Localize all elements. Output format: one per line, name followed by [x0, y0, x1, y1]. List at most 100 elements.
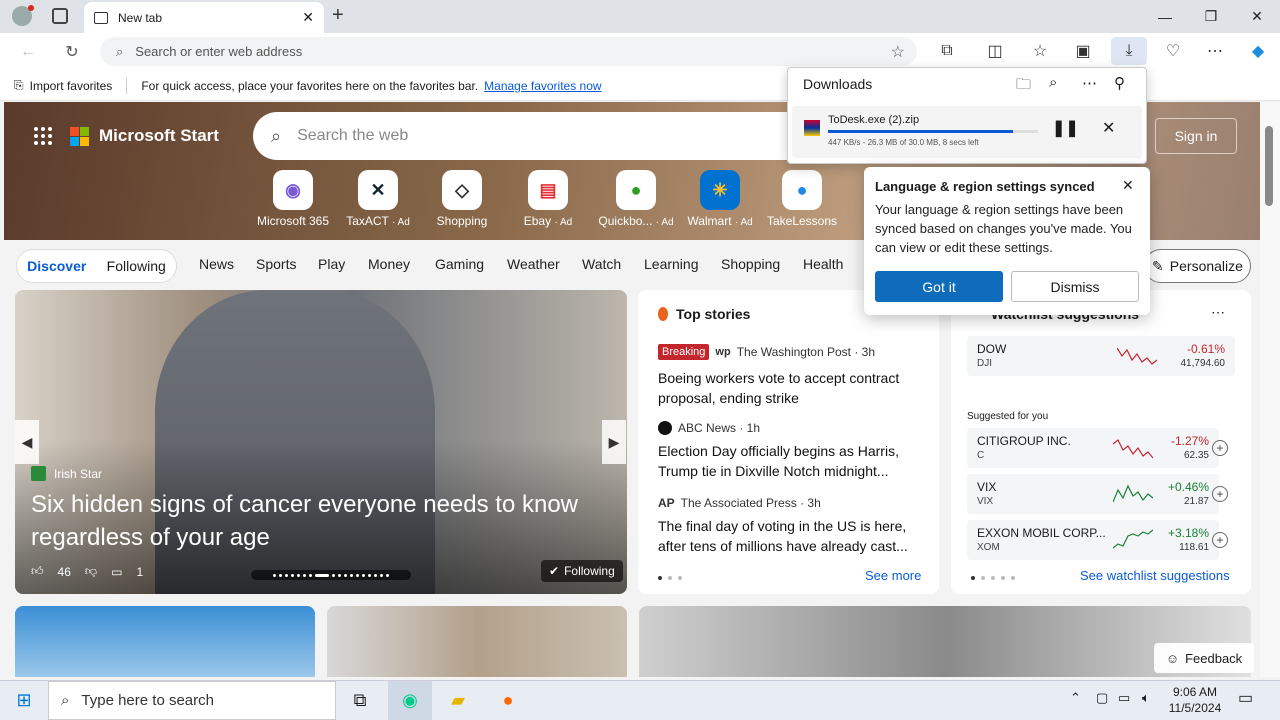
got-it-button[interactable]: Got it — [875, 271, 1003, 302]
address-input[interactable]: Search or enter web address — [135, 44, 878, 59]
watch-row-citigroup[interactable]: CITIGROUP INC. C -1.27% 62.35 — [967, 428, 1219, 468]
story-headline[interactable]: Election Day officially begins as Harris… — [658, 441, 923, 481]
copilot-icon[interactable]: ◆ — [1243, 37, 1273, 65]
collections-icon[interactable]: ▣ — [1068, 37, 1098, 65]
address-bar[interactable]: ⌕ Search or enter web address ☆ — [100, 37, 917, 66]
story-headline[interactable]: The final day of voting in the US is her… — [658, 516, 923, 556]
comment-icon[interactable]: ▭ — [111, 565, 122, 579]
favorite-star-icon[interactable]: ☆ — [891, 42, 905, 62]
stories-pager[interactable] — [658, 576, 682, 580]
quick-link-quickbooks[interactable]: ● Quickbo... · Ad — [594, 170, 678, 228]
carousel-next-button[interactable]: ▶ — [602, 420, 626, 464]
cancel-download-icon[interactable]: ✕ — [1102, 118, 1115, 138]
search-icon[interactable]: ⌕ — [1049, 74, 1057, 91]
downloads-icon[interactable]: ⤓ — [1111, 37, 1147, 65]
tab-new-tab[interactable]: New tab ✕ — [84, 2, 324, 33]
stock-symbol: C — [977, 450, 985, 461]
import-favorites-button[interactable]: Import favorites — [30, 79, 113, 93]
nav-play[interactable]: Play — [318, 256, 345, 272]
extensions-icon[interactable]: ⧉ — [932, 37, 962, 65]
tab-following[interactable]: Following — [107, 258, 166, 274]
nav-shopping[interactable]: Shopping — [721, 256, 780, 272]
sign-in-button[interactable]: Sign in — [1155, 118, 1237, 154]
refresh-button[interactable]: ↻ — [58, 38, 86, 66]
browser-essentials-icon[interactable]: ♡ — [1158, 37, 1188, 65]
hero-story-card[interactable]: ◀ ▶ Irish Star Six hidden signs of cance… — [15, 290, 627, 594]
back-button[interactable]: ← — [14, 38, 42, 66]
notifications-icon[interactable]: ▭ — [1238, 688, 1253, 708]
firefox-icon[interactable]: ● — [486, 681, 530, 720]
following-badge[interactable]: ✔ Following — [541, 560, 623, 582]
split-screen-icon[interactable]: ◫ — [980, 37, 1010, 65]
close-window-button[interactable]: ✕ — [1234, 0, 1280, 33]
nav-watch[interactable]: Watch — [582, 256, 621, 272]
story-headline[interactable]: Boeing workers vote to accept contract p… — [658, 368, 923, 408]
carousel-dots[interactable] — [251, 570, 411, 580]
manage-favorites-link[interactable]: Manage favorites now — [484, 79, 601, 93]
tab-actions-icon[interactable] — [52, 8, 68, 24]
nav-money[interactable]: Money — [368, 256, 410, 272]
web-search-box[interactable]: ⌕ Search the web — [253, 112, 813, 160]
quick-link-microsoft-365[interactable]: ◉ Microsoft 365 — [251, 170, 335, 228]
web-search-input[interactable]: Search the web — [297, 127, 408, 145]
quick-link-ebay[interactable]: ▤ Ebay · Ad — [506, 170, 590, 228]
apps-launcher-icon[interactable] — [34, 127, 52, 145]
watch-row-vix[interactable]: VIX VIX +0.46% 21.87 — [967, 474, 1219, 514]
see-watchlist-link[interactable]: See watchlist suggestions — [1080, 568, 1230, 583]
carousel-prev-button[interactable]: ◀ — [15, 420, 39, 464]
volume-icon[interactable]: 🔈︎ — [1142, 690, 1150, 706]
new-tab-button[interactable]: + — [332, 4, 344, 27]
news-card-image[interactable] — [15, 606, 315, 677]
brand-logo[interactable]: Microsoft Start — [34, 126, 219, 146]
tab-discover[interactable]: Discover — [27, 258, 86, 274]
network-icon[interactable]: ▭ — [1118, 690, 1130, 706]
close-tab-icon[interactable]: ✕ — [302, 9, 314, 26]
nav-news[interactable]: News — [199, 256, 234, 272]
open-folder-icon[interactable]: 🗀︎ — [1016, 74, 1031, 99]
quick-link-taxact[interactable]: ✕ TaxACT · Ad — [336, 170, 420, 228]
dismiss-button[interactable]: Dismiss — [1011, 271, 1139, 302]
restore-button[interactable]: ❐ — [1188, 0, 1234, 33]
more-options-icon[interactable]: ⋯ — [1211, 304, 1225, 321]
pause-icon[interactable]: ❚❚ — [1052, 118, 1079, 138]
more-options-icon[interactable]: ⋯ — [1082, 74, 1097, 92]
nav-sports[interactable]: Sports — [256, 256, 296, 272]
nav-weather[interactable]: Weather — [507, 256, 560, 272]
see-more-link[interactable]: See more — [865, 568, 921, 583]
taskbar-search-input[interactable]: Type here to search — [81, 692, 214, 709]
nav-learning[interactable]: Learning — [644, 256, 699, 272]
page-scrollbar[interactable] — [1260, 102, 1280, 677]
watchlist-pager[interactable] — [971, 576, 1015, 580]
file-explorer-icon[interactable]: ▰ — [436, 681, 480, 720]
quick-link-shopping[interactable]: ◇ Shopping — [420, 170, 504, 228]
watch-row-exxon[interactable]: EXXON MOBIL CORP... XOM +3.18% 118.61 — [967, 520, 1219, 560]
pin-icon[interactable]: ⚲ — [1114, 74, 1125, 92]
nav-health[interactable]: Health — [803, 256, 843, 272]
add-to-watchlist-button[interactable]: + — [1212, 440, 1228, 456]
personalize-button[interactable]: ✎ Personalize — [1144, 249, 1251, 283]
system-clock[interactable]: 9:06 AM 11/5/2024 — [1165, 684, 1225, 716]
news-card-image[interactable] — [327, 606, 627, 677]
feedback-button[interactable]: ☺ Feedback — [1154, 643, 1254, 673]
more-menu-icon[interactable]: ⋯ — [1200, 37, 1230, 65]
task-view-icon[interactable]: ⧉ — [338, 681, 382, 720]
minimize-button[interactable]: — — [1142, 0, 1188, 33]
tray-chevron-icon[interactable]: ⌃ — [1070, 690, 1081, 706]
start-button-icon[interactable]: ⊞ — [2, 681, 46, 720]
quick-link-walmart[interactable]: ✳ Walmart · Ad — [678, 170, 762, 228]
edge-app-icon[interactable]: ◉ — [388, 681, 432, 720]
dislike-icon[interactable]: 👎︎ — [85, 564, 97, 579]
add-to-watchlist-button[interactable]: + — [1212, 486, 1228, 502]
taskbar-search[interactable]: ⌕ Type here to search — [48, 681, 336, 720]
favorites-icon[interactable]: ☆ — [1025, 37, 1055, 65]
like-icon[interactable]: 👍︎ — [31, 564, 44, 579]
story-headline[interactable]: Six hidden signs of cancer everyone need… — [31, 488, 611, 554]
watch-row-dow[interactable]: DOW DJI -0.61% 41,794.60 — [967, 336, 1235, 376]
scroll-thumb[interactable] — [1265, 126, 1273, 206]
tray-device-icon[interactable]: ▢ — [1096, 690, 1108, 706]
quick-link-takelessons[interactable]: ● TakeLessons — [760, 170, 844, 228]
nav-gaming[interactable]: Gaming — [435, 256, 484, 272]
download-item[interactable]: ToDesk.exe (2).zip 447 KB/s - 26.3 MB of… — [792, 106, 1142, 158]
add-to-watchlist-button[interactable]: + — [1212, 532, 1228, 548]
close-popup-icon[interactable]: ✕ — [1122, 177, 1134, 194]
